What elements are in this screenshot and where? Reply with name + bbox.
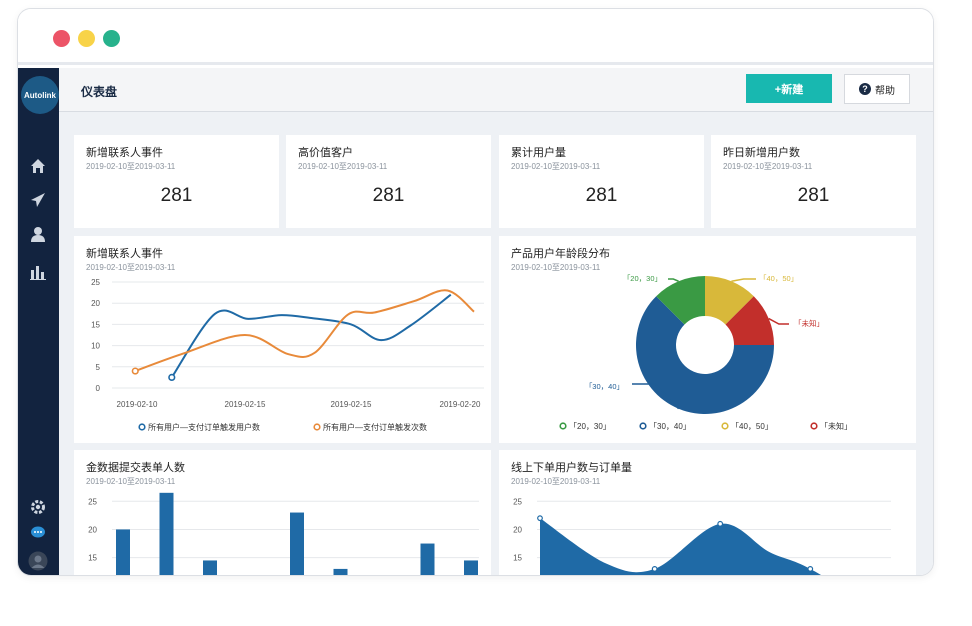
legend-label: 所有用户—支付订单触发用户数 <box>148 422 260 432</box>
series-start-marker <box>131 367 139 375</box>
legend-marker <box>559 422 567 430</box>
stat-card-high-value-customers[interactable]: 高价值客户 2019-02-10至2019-03-11 281 <box>286 135 491 228</box>
bar <box>420 543 435 575</box>
stat-card-date: 2019-02-10至2019-03-11 <box>298 162 388 171</box>
legend-label: 「30，40」 <box>649 422 691 431</box>
stat-card-title: 累计用户量 <box>511 147 566 159</box>
pie-leader-line <box>731 278 756 282</box>
pie-slice-label: 「40，50」 <box>759 274 798 283</box>
legend-label: 「40，50」 <box>731 422 773 431</box>
stat-card-value: 281 <box>372 185 405 206</box>
minimize-window-button[interactable] <box>78 30 95 47</box>
area-fill <box>540 518 821 575</box>
x-tick-label: 2019-02-10 <box>117 400 158 409</box>
maximize-window-button[interactable] <box>103 30 120 47</box>
stat-card-title: 高价值客户 <box>298 147 353 159</box>
legend-label: 「未知」 <box>820 421 852 431</box>
y-tick-label: 5 <box>96 363 101 372</box>
y-tick-label: 20 <box>513 525 522 534</box>
bar <box>464 560 478 575</box>
area-marker <box>807 566 814 572</box>
legend-marker <box>639 422 647 430</box>
y-tick-label: 0 <box>96 384 101 393</box>
series-line <box>134 289 475 372</box>
area-marker <box>651 566 658 572</box>
area-marker <box>717 520 724 527</box>
x-tick-label: 2019-02-20 <box>440 400 481 409</box>
user-icon[interactable] <box>28 224 48 244</box>
app-window: Autolink 仪表盘 +新建 ? 帮助 新增联系人事件 2019-02-10… <box>17 8 934 576</box>
help-icon: ? <box>859 83 871 95</box>
stat-card-new-contacts[interactable]: 新增联系人事件 2019-02-10至2019-03-11 281 <box>74 135 279 228</box>
home-icon[interactable] <box>28 156 48 176</box>
pie-leader-line <box>668 278 679 282</box>
y-tick-label: 15 <box>513 554 522 563</box>
legend-marker <box>721 422 729 430</box>
pie-slice-label: 「30，40」 <box>585 382 624 391</box>
bar <box>116 529 130 575</box>
y-tick-label: 20 <box>91 299 100 308</box>
page-header: 仪表盘 +新建 ? 帮助 <box>59 68 933 112</box>
pie-chart-card: 产品用户年龄段分布 2019-02-10至2019-03-11 「40，50」「… <box>499 236 916 443</box>
legend-marker <box>810 422 818 430</box>
stat-card-new-users-yesterday[interactable]: 昨日新增用户数 2019-02-10至2019-03-11 281 <box>711 135 916 228</box>
series-line <box>170 293 452 378</box>
y-tick-label: 20 <box>88 525 97 534</box>
x-tick-label: 2019-02-15 <box>331 400 372 409</box>
legend-label: 「20，30」 <box>569 422 611 431</box>
gear-icon[interactable] <box>28 497 48 517</box>
bar-chart-icon[interactable] <box>28 262 48 282</box>
bar-chart: 10152025 <box>88 492 479 575</box>
line-chart-card: 新增联系人事件 2019-02-10至2019-03-11 0 5 10 15 20 25… <box>74 236 491 443</box>
bar <box>159 492 174 575</box>
pie-slice-label: 「未知」 <box>794 318 824 328</box>
sidebar: Autolink <box>18 68 59 575</box>
app-logo[interactable]: Autolink <box>21 76 59 114</box>
stat-card-value: 281 <box>585 185 618 206</box>
area-chart: 10152025 <box>513 497 891 575</box>
y-tick-label: 15 <box>91 320 100 329</box>
page-title: 仪表盘 <box>81 85 118 99</box>
area-chart-card: 线上下单用户数与订单量 2019-02-10至2019-03-11 10 15 20… <box>499 450 916 575</box>
help-button-label: 帮助 <box>875 85 895 97</box>
stat-card-date: 2019-02-10至2019-03-11 <box>86 162 176 171</box>
stat-card-date: 2019-02-10至2019-03-11 <box>511 162 601 171</box>
main-content: 仪表盘 +新建 ? 帮助 新增联系人事件 2019-02-10至2019-03-… <box>59 68 933 575</box>
x-tick-label: 2019-02-15 <box>225 400 266 409</box>
help-button[interactable]: ? 帮助 <box>844 74 910 104</box>
pie-slice-label: 「20，30」 <box>623 274 662 283</box>
bar <box>290 512 304 575</box>
stat-card-value: 281 <box>797 185 830 206</box>
legend-marker <box>313 423 321 431</box>
line-chart: 0 5 10 15 20 25 2019-02-10 2019-02-15 2019-02-15… <box>91 278 484 432</box>
area-marker <box>537 515 543 522</box>
y-tick-label: 25 <box>88 497 97 506</box>
legend-label: 所有用户—支付订单触发次数 <box>323 422 427 432</box>
pie-leader-line <box>768 317 789 325</box>
bar-chart-card: 金数据提交表单人数 2019-02-10至2019-03-11 10 15 20 25 <box>74 450 491 575</box>
chat-icon[interactable] <box>28 523 48 543</box>
stat-card-value: 281 <box>160 185 193 206</box>
window-titlebar <box>18 9 933 65</box>
send-icon[interactable] <box>28 190 48 210</box>
stat-card-date: 2019-02-10至2019-03-11 <box>723 162 813 171</box>
stat-card-title: 新增联系人事件 <box>86 147 163 159</box>
y-tick-label: 25 <box>513 497 522 506</box>
series-start-marker <box>168 373 176 381</box>
y-tick-label: 15 <box>88 554 97 563</box>
stat-card-total-users[interactable]: 累计用户量 2019-02-10至2019-03-11 281 <box>499 135 704 228</box>
stat-card-title: 昨日新增用户数 <box>723 147 800 159</box>
avatar-icon[interactable] <box>28 551 48 571</box>
bar <box>203 560 217 575</box>
legend-marker <box>138 423 146 431</box>
y-tick-label: 25 <box>91 278 100 287</box>
pie-chart: 「40，50」「未知」「30，40」「20，30」「20，30」 「30，40」「… <box>559 274 852 431</box>
close-window-button[interactable] <box>53 30 70 47</box>
new-button[interactable]: +新建 <box>746 74 832 103</box>
y-tick-label: 10 <box>91 342 100 351</box>
bar <box>333 568 348 575</box>
